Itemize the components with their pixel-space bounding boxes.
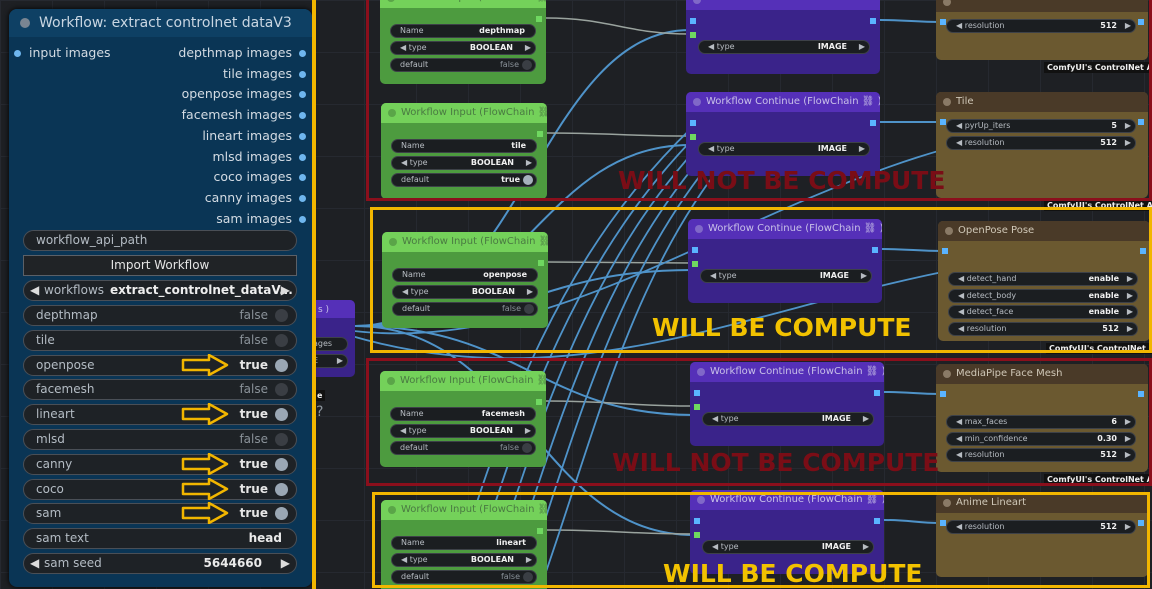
output-port-label: sam images — [216, 210, 292, 226]
collapse-dot-icon[interactable] — [20, 18, 30, 28]
node-canvas[interactable]: s ) ages E▶ e ? Workflow Input (FlowChai… — [0, 0, 1152, 589]
toggle-label: canny — [36, 456, 73, 471]
workflow-node-panel[interactable]: Workflow: extract controlnet dataV3 inpu… — [9, 9, 312, 587]
toggle-knob-icon[interactable] — [275, 333, 288, 347]
toggle-value: true — [239, 456, 268, 471]
input-images-label: input images — [29, 45, 111, 60]
output-port-dot-icon[interactable] — [299, 132, 306, 140]
output-port-dot-icon[interactable] — [299, 174, 306, 182]
yellow-arrow-icon — [181, 452, 229, 476]
sam-text-field[interactable]: sam text head — [23, 528, 297, 549]
will-compute-label-1: WILL BE COMPUTE — [652, 313, 912, 342]
toggle-value: true — [239, 506, 268, 521]
toggle-label: depthmap — [36, 308, 98, 322]
toggle-coco[interactable]: coco true — [23, 478, 297, 500]
toggle-value: false — [239, 432, 268, 446]
toggle-openpose[interactable]: openpose true — [23, 354, 297, 376]
yellow-arrow-icon — [181, 353, 229, 376]
toggle-knob-icon[interactable] — [275, 482, 288, 496]
import-workflow-button[interactable]: Import Workflow — [23, 255, 297, 276]
output-port-row[interactable]: depthmap images — [112, 43, 312, 63]
will-compute-label-2: WILL BE COMPUTE — [663, 559, 923, 588]
toggle-value: true — [239, 357, 268, 372]
output-port-label: lineart images — [202, 127, 292, 143]
output-port-row[interactable]: lineart images — [112, 126, 312, 146]
output-port-dot-icon[interactable] — [299, 194, 306, 202]
output-port-label: tile images — [223, 65, 292, 81]
left-arrow-icon[interactable]: ◀ — [30, 281, 39, 300]
output-port-label: depthmap images — [178, 45, 292, 60]
will-not-compute-label-1: WILL NOT BE COMPUTE — [618, 166, 946, 195]
toggle-value: true — [239, 407, 268, 422]
partial-node-q: ? — [316, 404, 324, 420]
yellow-arrow-icon — [181, 402, 229, 426]
output-port-dot-icon[interactable] — [299, 70, 306, 78]
toggle-sam[interactable]: sam true — [23, 503, 297, 525]
toggle-label: openpose — [36, 357, 95, 372]
toggle-depthmap[interactable]: depthmap false — [23, 305, 297, 326]
toggle-value: true — [239, 481, 268, 496]
toggle-knob-icon[interactable] — [275, 457, 288, 471]
right-arrow-icon[interactable]: ▶ — [281, 281, 290, 300]
panel-title: Workflow: extract controlnet dataV3 — [39, 15, 292, 31]
output-port-label: facemesh images — [181, 107, 292, 123]
toggle-label: mlsd — [36, 432, 65, 446]
yellow-arrow-icon — [181, 502, 229, 525]
output-port-row[interactable]: tile images — [112, 64, 312, 84]
output-port-row[interactable]: openpose images — [112, 84, 312, 104]
output-port-label: openpose images — [181, 86, 292, 102]
panel-title-bar[interactable]: Workflow: extract controlnet dataV3 — [9, 9, 312, 37]
toggle-knob-icon[interactable] — [275, 309, 288, 322]
toggle-label: tile — [36, 332, 55, 347]
workflows-select[interactable]: ◀ workflows extract_controlnet_dataV... … — [23, 280, 297, 301]
output-port-dot-icon[interactable] — [299, 153, 306, 161]
panel-highlight-border — [312, 0, 316, 589]
toggle-knob-icon[interactable] — [275, 408, 288, 422]
output-port-row[interactable]: facemesh images — [112, 105, 312, 125]
toggle-knob-icon[interactable] — [275, 507, 288, 521]
yellow-arrow-icon — [181, 477, 229, 500]
toggle-tile[interactable]: tile false — [23, 329, 297, 351]
output-port-label: mlsd images — [212, 148, 292, 164]
toggle-label: coco — [36, 481, 64, 496]
toggle-value: false — [239, 382, 268, 397]
output-port-label: canny images — [204, 189, 292, 205]
output-port-row[interactable]: sam images — [112, 209, 312, 229]
toggle-knob-icon[interactable] — [275, 358, 288, 372]
partial-node-title: s ) — [318, 305, 330, 315]
output-port-row[interactable]: canny images — [112, 188, 312, 208]
toggle-lineart[interactable]: lineart true — [23, 404, 297, 426]
sam-seed-field[interactable]: ◀ sam seed 5644660 ▶ — [23, 553, 297, 574]
output-port-label: coco images — [213, 169, 292, 185]
will-not-compute-label-2: WILL NOT BE COMPUTE — [612, 448, 940, 477]
output-port-dot-icon[interactable] — [299, 91, 306, 99]
input-port-dot-icon[interactable] — [14, 50, 21, 57]
output-port-dot-icon[interactable] — [299, 50, 306, 57]
output-port-dot-icon[interactable] — [299, 112, 306, 120]
toggle-mlsd[interactable]: mlsd false — [23, 429, 297, 450]
seed-right-arrow-icon[interactable]: ▶ — [281, 554, 290, 573]
toggle-value: false — [239, 308, 268, 322]
toggle-value: false — [239, 332, 268, 347]
seed-left-arrow-icon[interactable]: ◀ — [30, 554, 39, 573]
workflow-api-path-field[interactable]: workflow_api_path — [23, 230, 297, 251]
toggle-label: facemesh — [36, 382, 95, 397]
toggle-knob-icon[interactable] — [275, 383, 288, 397]
toggle-facemesh[interactable]: facemesh false — [23, 379, 297, 401]
toggle-canny[interactable]: canny true — [23, 453, 297, 475]
output-port-row[interactable]: coco images — [112, 167, 312, 187]
toggle-knob-icon[interactable] — [275, 433, 288, 446]
toggle-label: sam — [36, 506, 62, 521]
output-port-dot-icon[interactable] — [299, 215, 306, 223]
output-port-row[interactable]: mlsd images — [112, 147, 312, 167]
toggle-label: lineart — [36, 407, 75, 422]
